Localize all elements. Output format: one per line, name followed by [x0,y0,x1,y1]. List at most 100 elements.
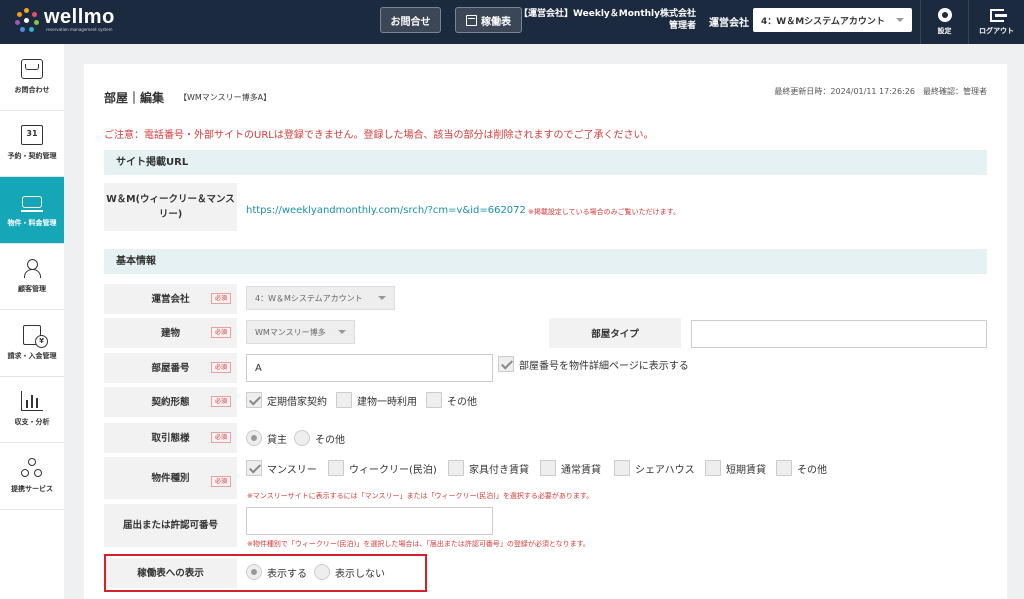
contract-option-temporary[interactable]: 建物一時利用 [336,392,417,408]
page-subtitle: 【WMマンスリー博多A】 [179,93,272,102]
operator-field-select[interactable]: 4：W＆Mシステムアカウント [246,286,395,310]
schedule-button[interactable]: 稼働表 [455,7,522,33]
section-basic-info: 基本情報 [104,249,987,274]
section-site-url: サイト掲載URL [104,150,987,175]
sidebar: お問合わせ 31 予約・契約管理 物件・料金管理 顧客管理 請求・入金管理 収支… [0,44,64,599]
operator-select[interactable]: 4：W＆Mシステムアカウント [753,8,912,32]
site-url-note: ※掲載設定している場合のみご覧いただけます。 [528,208,680,216]
inquiry-button[interactable]: お問合せ [380,7,441,33]
required-badge: 必須 [211,476,232,487]
radio-button [294,430,310,446]
invoice-icon [23,324,48,348]
contract-option-fixed-term[interactable]: 定期借家契約 [246,392,327,408]
sidebar-item-inquiry[interactable]: お問合わせ [0,44,64,111]
sidebar-item-billing[interactable]: 請求・入金管理 [0,310,64,377]
inquiry-button-label: お問合せ [390,16,431,28]
sidebar-item-reservation[interactable]: 31 予約・契約管理 [0,111,64,177]
license-number-label-text: 届出または許認可番号 [122,520,218,531]
required-badge: 必須 [211,432,232,443]
logo[interactable]: wellmo reservation management system [14,7,115,33]
bed-icon [21,192,43,212]
checkbox-label: マンスリー [267,464,317,476]
contract-option-other[interactable]: その他 [426,392,477,408]
wm-site-label: W＆M(ウィークリー＆マンスリー) [104,183,237,231]
building-field-label-text: 建物 [160,327,180,339]
site-url-link[interactable]: https://weeklyandmonthly.com/srch/?cm=v&… [246,205,526,216]
operator-label: 運営会社 [709,18,749,29]
room-type-input[interactable] [691,320,987,348]
checkbox-box [540,460,556,476]
logo-name: wellmo [44,6,115,28]
settings-button[interactable]: 設定 [920,0,968,44]
room-type-label: 部屋タイプ [549,318,681,348]
sidebar-item-property[interactable]: 物件・料金管理 [0,177,64,244]
checkbox-box [246,392,262,408]
checkbox-box [614,460,630,476]
operator-select-value: 4：W＆Mシステムアカウント [761,16,885,27]
logout-button[interactable]: ログアウト [968,0,1024,44]
checkbox-label: ウィークリー(民泊) [349,464,437,476]
chevron-down-icon [896,18,904,22]
operator-field-label-text: 運営会社 [151,293,190,305]
checkbox-label: 通常賃貸 [561,464,601,476]
room-number-input[interactable]: A [246,354,493,382]
sidebar-item-label: 提携サービス [11,484,53,493]
building-field-value: WMマンスリー博多 [255,327,326,337]
checkbox-box [498,356,514,372]
operator-field-value: 4：W＆Mシステムアカウント [255,293,363,303]
sidebar-item-label: 顧客管理 [18,285,46,294]
checkbox-label: その他 [797,464,827,476]
property-type-monthly[interactable]: マンスリー [246,460,317,476]
top-header: wellmo reservation management system お問合… [0,0,1024,44]
mail-icon [21,58,43,79]
sidebar-item-label: 予約・契約管理 [7,152,57,161]
share-icon [21,457,43,478]
radio-label: その他 [315,434,345,446]
checkbox-box [336,392,352,408]
license-number-input[interactable] [246,507,493,535]
main-card: 部屋｜編集 【WMマンスリー博多A】 最終更新日時：2024/01/11 17:… [84,64,1007,599]
checkbox-box [448,460,464,476]
building-field-select[interactable]: WMマンスリー博多 [246,320,355,344]
room-number-label-text: 部屋番号 [151,362,190,374]
sidebar-item-customer[interactable]: 顧客管理 [0,244,64,310]
property-type-hint: ※マンスリーサイトに表示するには「マンスリー」または「ウィークリー(民泊)」を選… [247,492,594,500]
license-number-label: 届出または許認可番号 [104,504,237,547]
required-badge: 必須 [211,327,232,338]
contract-type-label-text: 契約形態 [151,396,190,408]
settings-label: 設定 [937,27,952,35]
sidebar-item-partner[interactable]: 提携サービス [0,443,64,510]
sidebar-item-label: お問合わせ [14,85,50,94]
checkbox-label: 家具付き賃貸 [469,464,529,476]
calendar-icon [466,14,477,26]
checkbox-label: 定期借家契約 [267,396,327,408]
radio-button [246,430,262,446]
sidebar-item-label: 物件・料金管理 [7,218,57,227]
chevron-down-icon [338,330,346,334]
highlight-box [104,554,427,592]
checkbox-box [426,392,442,408]
deal-option-landlord[interactable]: 貸主 [246,430,287,446]
calendar-icon: 31 [21,125,43,146]
property-type-short-term[interactable]: 短期賃貸 [705,460,766,476]
deal-option-other[interactable]: その他 [294,430,345,446]
sidebar-item-label: 請求・入金管理 [7,351,57,360]
property-type-other[interactable]: その他 [776,460,827,476]
notice-text: ご注意：電話番号・外部サイトのURLは登録できません。登録した場合、該当の部分は… [104,130,654,141]
property-type-sharehouse[interactable]: シェアハウス [614,460,695,476]
company-name: 【運営会社】Weekly＆Monthly株式会社 [519,9,696,19]
radio-label: 貸主 [267,434,287,446]
checkbox-label: 短期賃貸 [726,464,766,476]
required-badge: 必須 [211,293,232,304]
logout-label: ログアウト [979,26,1014,35]
deal-type-label-text: 取引態様 [151,432,190,444]
license-number-hint: ※物件種別で「ウィークリー(民泊)」を選択した場合は、「届出または許認可番号」の… [247,540,590,548]
sidebar-item-analytics[interactable]: 収支・分析 [0,377,64,443]
property-type-regular[interactable]: 通常賃貸 [540,460,601,476]
user-role: 管理者 [668,21,696,31]
property-type-weekly[interactable]: ウィークリー(民泊) [328,460,437,476]
property-type-furnished[interactable]: 家具付き賃貸 [448,460,529,476]
show-room-number-checkbox[interactable]: 部屋番号を物件詳細ページに表示する [498,356,689,372]
checkbox-label: その他 [447,396,477,408]
chevron-down-icon [378,296,386,300]
